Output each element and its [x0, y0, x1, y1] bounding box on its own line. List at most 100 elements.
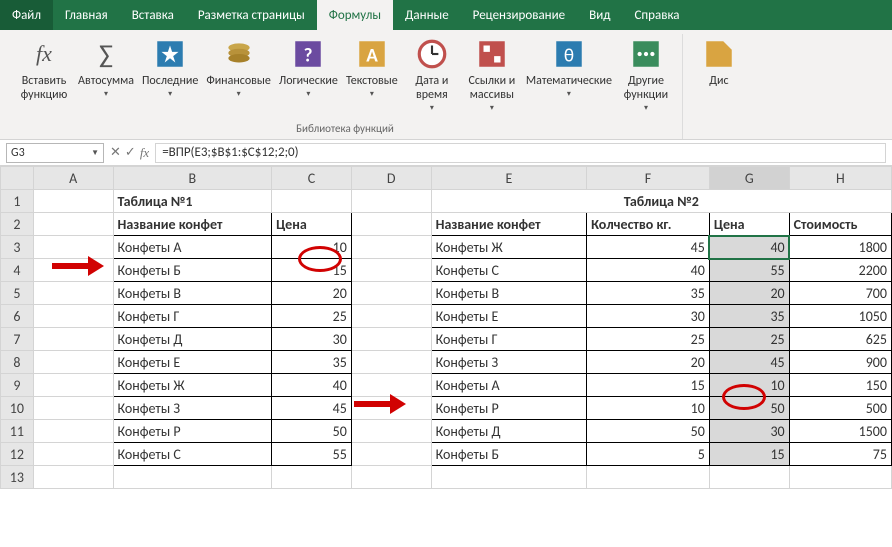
col-header-E[interactable]: E [431, 167, 586, 190]
cell[interactable]: 25 [272, 305, 352, 328]
select-all-corner[interactable] [1, 167, 34, 190]
cell[interactable]: Конфеты Ж [113, 374, 272, 397]
cell[interactable]: Цена [709, 213, 789, 236]
row-header[interactable]: 6 [1, 305, 34, 328]
tab-file[interactable]: Файл [0, 0, 53, 30]
col-header-H[interactable]: H [789, 167, 891, 190]
cell[interactable]: 1050 [789, 305, 891, 328]
cell[interactable]: 50 [587, 420, 710, 443]
cell[interactable] [33, 328, 113, 351]
cell[interactable] [272, 466, 352, 489]
cell[interactable]: 625 [789, 328, 891, 351]
col-header-C[interactable]: C [272, 167, 352, 190]
cell[interactable]: Конфеты Ж [431, 236, 586, 259]
row-header[interactable]: 13 [1, 466, 34, 489]
cell[interactable] [33, 259, 113, 282]
cell[interactable]: 10 [587, 397, 710, 420]
cell[interactable]: Конфеты С [113, 443, 272, 466]
cell[interactable] [272, 190, 352, 213]
cell[interactable] [351, 397, 431, 420]
insert-function-button[interactable]: fx Вставить функцию [14, 34, 74, 105]
fx-icon[interactable]: fx [140, 145, 149, 161]
row-header[interactable]: 10 [1, 397, 34, 420]
cell[interactable]: Конфеты В [431, 282, 586, 305]
cell[interactable] [33, 443, 113, 466]
cell[interactable] [351, 466, 431, 489]
cell[interactable] [33, 190, 113, 213]
cell[interactable]: 45 [272, 397, 352, 420]
tab-insert[interactable]: Вставка [120, 0, 186, 30]
cell[interactable]: 45 [587, 236, 710, 259]
lookup-button[interactable]: Ссылки и массивы▾ [462, 34, 522, 116]
cell[interactable]: 35 [709, 305, 789, 328]
cell[interactable]: Цена [272, 213, 352, 236]
tab-formulas[interactable]: Формулы [317, 0, 393, 30]
recent-button[interactable]: Последние▾ [138, 34, 202, 102]
cell[interactable]: 15 [709, 443, 789, 466]
cell[interactable] [431, 466, 586, 489]
cell[interactable]: 50 [272, 420, 352, 443]
cell[interactable]: 35 [272, 351, 352, 374]
cell[interactable]: 30 [272, 328, 352, 351]
cell[interactable] [351, 213, 431, 236]
cell[interactable] [351, 282, 431, 305]
cell[interactable]: 40 [272, 374, 352, 397]
formula-input[interactable]: =ВПР(E3;$B$1:$C$12;2;0) [155, 143, 886, 163]
cell[interactable]: 20 [587, 351, 710, 374]
logical-button[interactable]: ? Логические▾ [275, 34, 342, 102]
cell[interactable] [33, 351, 113, 374]
cell[interactable] [351, 374, 431, 397]
cell[interactable]: 35 [587, 282, 710, 305]
cell[interactable]: Конфеты Б [431, 443, 586, 466]
cell[interactable]: 150 [789, 374, 891, 397]
cell[interactable]: 50 [709, 397, 789, 420]
cell[interactable] [33, 397, 113, 420]
cell[interactable]: 10 [709, 374, 789, 397]
cell[interactable]: 15 [272, 259, 352, 282]
cell[interactable]: Конфеты Е [113, 351, 272, 374]
cell[interactable]: Конфеты Р [113, 420, 272, 443]
cell[interactable]: 20 [272, 282, 352, 305]
tab-data[interactable]: Данные [393, 0, 461, 30]
row-header[interactable]: 5 [1, 282, 34, 305]
autosum-button[interactable]: ∑ Автосумма▾ [74, 34, 138, 102]
cancel-formula-icon[interactable]: ✕ [110, 145, 121, 160]
tab-page-layout[interactable]: Разметка страницы [186, 0, 317, 30]
row-header[interactable]: 3 [1, 236, 34, 259]
col-header-G[interactable]: G [709, 167, 789, 190]
name-manager-button[interactable]: Дис [689, 34, 749, 91]
cell[interactable] [587, 466, 710, 489]
cell[interactable]: Стоимость [789, 213, 891, 236]
cell[interactable] [33, 282, 113, 305]
row-header[interactable]: 4 [1, 259, 34, 282]
cell[interactable]: 40 [587, 259, 710, 282]
cell[interactable]: Конфеты Б [113, 259, 272, 282]
cell[interactable] [33, 213, 113, 236]
accept-formula-icon[interactable]: ✓ [125, 145, 136, 160]
col-header-B[interactable]: B [113, 167, 272, 190]
name-box[interactable]: G3▼ [6, 143, 104, 163]
cell[interactable]: Конфеты З [113, 397, 272, 420]
cell[interactable] [351, 190, 431, 213]
cell[interactable]: Название конфет [431, 213, 586, 236]
row-header[interactable]: 2 [1, 213, 34, 236]
cell[interactable] [709, 466, 789, 489]
cell[interactable]: 20 [709, 282, 789, 305]
cell[interactable]: 55 [709, 259, 789, 282]
row-header[interactable]: 7 [1, 328, 34, 351]
cell[interactable]: Колчество кг. [587, 213, 710, 236]
cell-active[interactable]: 40 [709, 236, 789, 259]
cell[interactable]: 1500 [789, 420, 891, 443]
cell[interactable]: 5 [587, 443, 710, 466]
cell[interactable]: 15 [587, 374, 710, 397]
cell[interactable] [351, 328, 431, 351]
cell[interactable]: Конфеты Д [113, 328, 272, 351]
row-header[interactable]: 11 [1, 420, 34, 443]
tab-home[interactable]: Главная [53, 0, 120, 30]
cell[interactable]: Конфеты Е [431, 305, 586, 328]
cell[interactable]: 700 [789, 282, 891, 305]
col-header-D[interactable]: D [351, 167, 431, 190]
cell[interactable]: Таблица №1 [113, 190, 272, 213]
col-header-F[interactable]: F [587, 167, 710, 190]
cell[interactable]: Конфеты Г [431, 328, 586, 351]
